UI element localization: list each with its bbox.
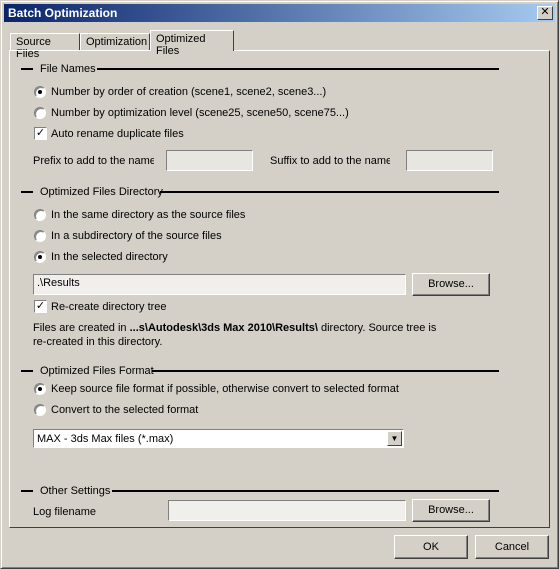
suffix-input[interactable]	[406, 150, 493, 171]
group-rule	[152, 370, 499, 372]
dropdown-glyph: ▼	[390, 434, 399, 443]
radio-label: Number by order of creation (scene1, sce…	[51, 86, 327, 98]
group-rule	[112, 490, 499, 492]
info-path: ...s\Autodesk\3ds Max 2010\Results\	[129, 322, 318, 334]
format-select[interactable]: MAX - 3ds Max files (*.max) ▼	[33, 429, 404, 448]
tab-optimized-files[interactable]: Optimized Files	[150, 30, 234, 57]
radio-optimization-level[interactable]	[34, 107, 46, 119]
checkbox-recreate-tree[interactable]: ✓	[34, 300, 47, 313]
checkbox-label: Re-create directory tree	[51, 301, 167, 313]
group-rule	[21, 490, 33, 492]
checkmark-icon: ✓	[35, 300, 46, 312]
group-heading-directory: Optimized Files Directory	[40, 186, 163, 198]
radio-subdirectory[interactable]	[34, 230, 46, 242]
radio-same-directory[interactable]	[34, 209, 46, 221]
radio-selected-directory[interactable]	[34, 251, 46, 263]
directory-path-input[interactable]: .\Results	[33, 274, 406, 295]
browse-log-button[interactable]: Browse...	[412, 499, 490, 522]
radio-label: Convert to the selected format	[51, 404, 199, 416]
radio-order-of-creation[interactable]	[34, 86, 46, 98]
log-filename-input[interactable]	[168, 500, 406, 521]
group-rule	[97, 68, 499, 70]
browse-directory-button[interactable]: Browse...	[412, 273, 490, 296]
directory-path-value: .\Results	[37, 277, 80, 289]
window-title: Batch Optimization	[8, 6, 118, 20]
checkbox-label: Auto rename duplicate files	[51, 128, 184, 140]
chevron-down-icon[interactable]: ▼	[387, 431, 402, 446]
tab-source-files[interactable]: Source Files	[10, 33, 80, 60]
ok-button[interactable]: OK	[394, 535, 468, 559]
title-bar[interactable]: Batch Optimization ✕	[4, 4, 555, 22]
directory-info-text: Files are created in ...s\Autodesk\3ds M…	[33, 322, 436, 334]
close-button[interactable]: ✕	[537, 6, 553, 20]
group-heading-other: Other Settings	[40, 485, 111, 497]
group-rule	[21, 370, 33, 372]
group-rule	[160, 191, 499, 193]
radio-label: Keep source file format if possible, oth…	[51, 383, 399, 395]
button-label: Browse...	[428, 278, 474, 290]
info-suffix: directory. Source tree is	[317, 322, 437, 334]
info-prefix: Files are created in	[33, 322, 130, 334]
cancel-button[interactable]: Cancel	[475, 535, 549, 559]
tab-label: Optimization	[86, 36, 148, 48]
radio-label: In the selected directory	[51, 251, 168, 263]
format-selected-value: MAX - 3ds Max files (*.max)	[37, 433, 174, 445]
prefix-input[interactable]	[166, 150, 253, 171]
group-heading-file-names: File Names	[40, 63, 96, 75]
group-rule	[21, 191, 33, 193]
radio-keep-format[interactable]	[34, 383, 46, 395]
group-rule	[21, 68, 33, 70]
button-label: Browse...	[428, 504, 474, 516]
radio-label: Number by optimization level (scene25, s…	[51, 107, 349, 119]
radio-label: In the same directory as the source file…	[51, 209, 246, 221]
button-label: OK	[423, 541, 439, 553]
suffix-label: Suffix to add to the name	[270, 155, 390, 167]
checkbox-auto-rename[interactable]: ✓	[34, 127, 47, 140]
directory-info-line2: re-created in this directory.	[33, 336, 163, 348]
group-heading-format: Optimized Files Format	[40, 365, 154, 377]
tab-optimization[interactable]: Optimization	[80, 33, 150, 51]
radio-convert-format[interactable]	[34, 404, 46, 416]
radio-label: In a subdirectory of the source files	[51, 230, 222, 242]
close-icon: ✕	[540, 6, 550, 18]
button-label: Cancel	[494, 541, 530, 553]
log-filename-label: Log filename	[33, 506, 96, 518]
prefix-label: Prefix to add to the name	[33, 155, 154, 167]
checkmark-icon: ✓	[35, 127, 46, 139]
